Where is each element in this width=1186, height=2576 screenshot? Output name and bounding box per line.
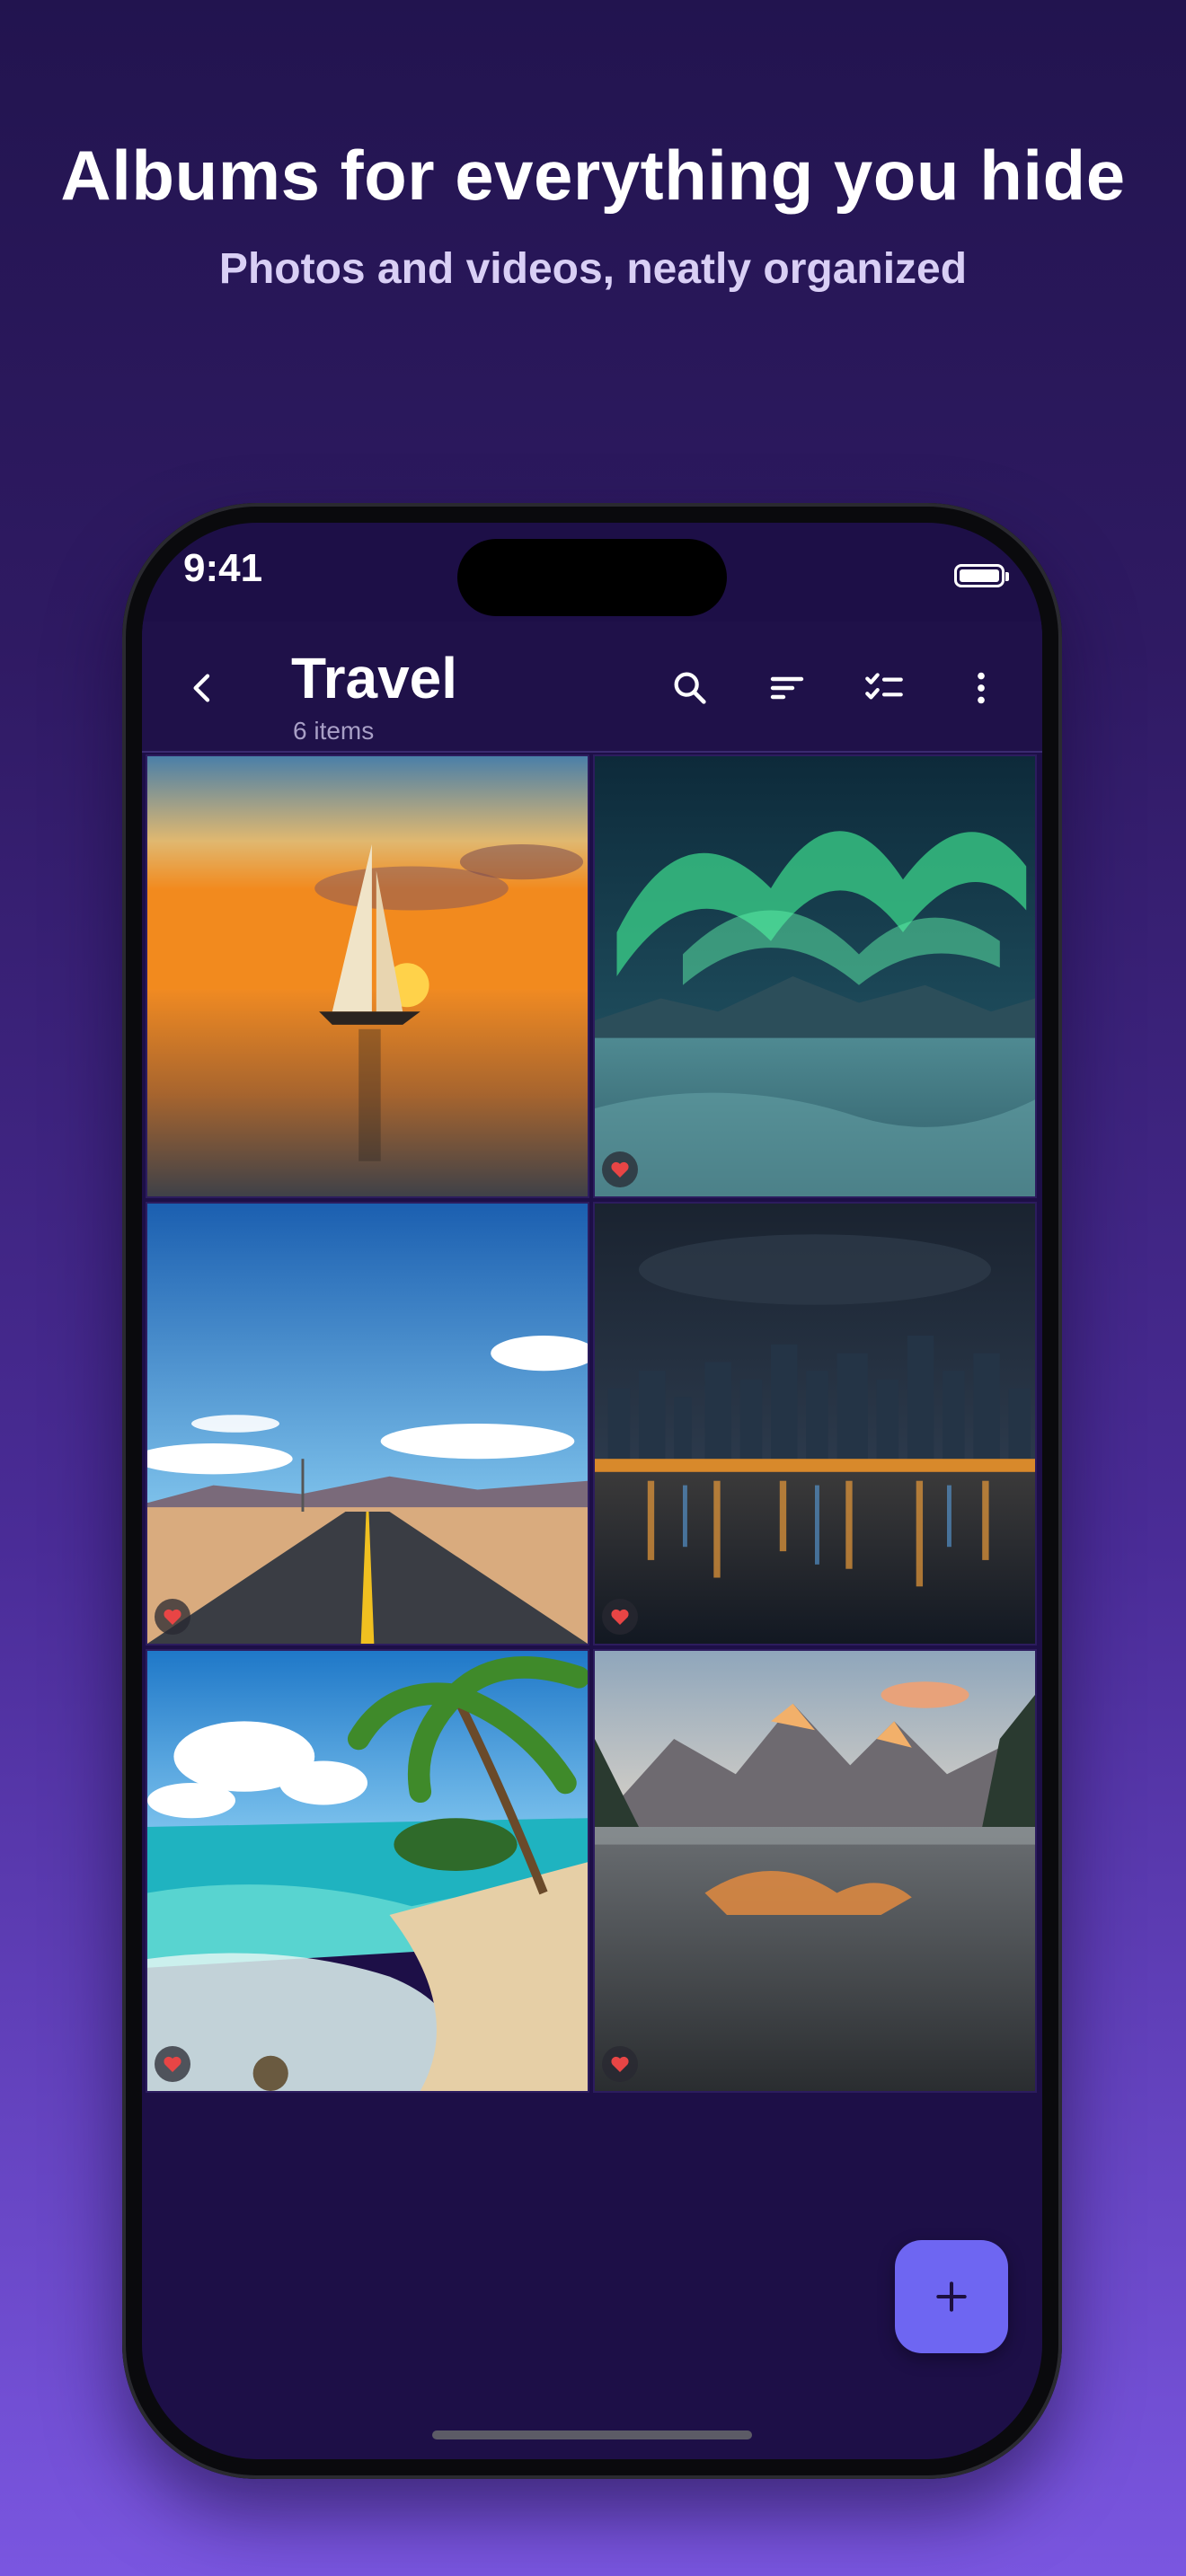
phone-frame: 9:41 Travel 6 items <box>122 503 1062 2479</box>
favorite-badge[interactable] <box>155 1599 190 1635</box>
promo-subheadline: Photos and videos, neatly organized <box>218 245 968 293</box>
heart-icon <box>611 1161 629 1178</box>
photo-tile-tropical-beach[interactable] <box>146 1649 589 2093</box>
status-time: 9:41 <box>183 546 263 590</box>
battery-icon <box>954 564 1009 587</box>
tropical-beach-image <box>147 1651 588 2091</box>
app-bar: Travel 6 items <box>142 622 1042 753</box>
photo-tile-aurora-snow[interactable] <box>593 754 1037 1198</box>
home-indicator[interactable] <box>432 2430 752 2439</box>
mountain-lake-image <box>595 1651 1035 2091</box>
select-button[interactable] <box>857 661 911 715</box>
album-item-count: 6 items <box>293 717 375 745</box>
aurora-snow-image <box>595 756 1035 1196</box>
heart-icon <box>611 2056 629 2072</box>
more-button[interactable] <box>954 661 1008 715</box>
album-title: Travel <box>291 646 458 710</box>
sailboat-sunset-image <box>147 756 588 1196</box>
favorite-badge[interactable] <box>155 2046 190 2082</box>
favorite-badge[interactable] <box>602 2046 638 2082</box>
photo-tile-desert-road[interactable] <box>146 1202 589 1645</box>
city-night-skyline-image <box>595 1204 1035 1644</box>
favorite-badge[interactable] <box>602 1151 638 1187</box>
sort-icon <box>770 676 804 700</box>
select-icon <box>865 673 903 700</box>
search-button[interactable] <box>663 661 717 715</box>
photo-tile-sailboat-sunset[interactable] <box>146 754 589 1198</box>
add-photo-button[interactable] <box>895 2240 1008 2353</box>
desert-road-image <box>147 1204 588 1644</box>
heart-icon <box>164 1609 181 1625</box>
photo-tile-mountain-lake[interactable] <box>593 1649 1037 2093</box>
search-icon <box>674 672 706 704</box>
back-button[interactable] <box>176 661 230 715</box>
favorite-badge[interactable] <box>602 1599 638 1635</box>
photo-tile-city-night-skyline[interactable] <box>593 1202 1037 1645</box>
back-icon <box>193 674 210 702</box>
phone-screen: 9:41 Travel 6 items <box>142 523 1042 2459</box>
photo-grid <box>146 754 1039 2093</box>
more-vert-icon <box>978 672 985 704</box>
sort-button[interactable] <box>760 661 814 715</box>
plus-icon <box>936 2281 967 2312</box>
heart-icon <box>611 1609 629 1625</box>
heart-icon <box>164 2056 181 2072</box>
promo-headline: Albums for everything you hide <box>60 136 1126 215</box>
dynamic-island <box>457 539 727 616</box>
